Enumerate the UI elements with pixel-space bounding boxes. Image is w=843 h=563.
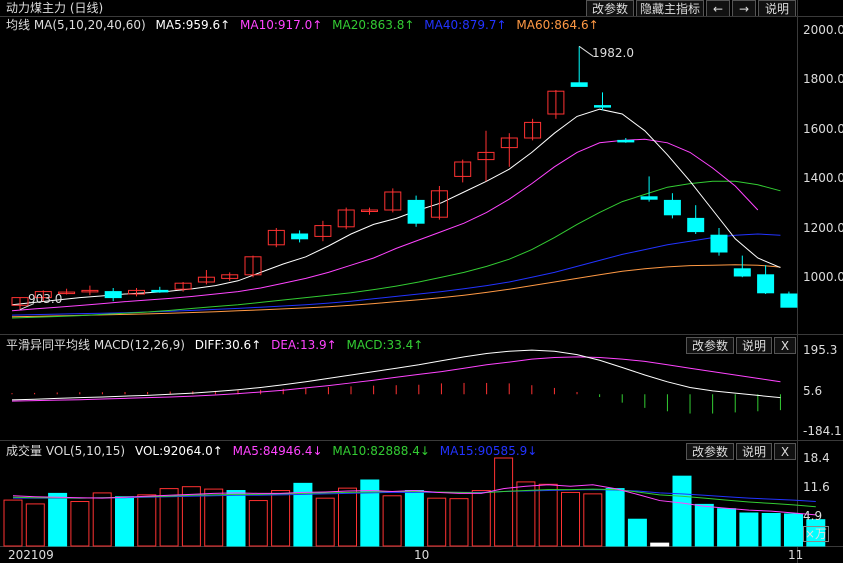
candle-body xyxy=(570,82,588,87)
candle-body xyxy=(407,199,425,224)
volume-bar xyxy=(382,495,402,547)
price-tick-label: 2000.0 xyxy=(803,23,843,37)
volume-bar xyxy=(449,498,469,547)
price-tick-label: 1600.0 xyxy=(803,122,843,136)
candle-body xyxy=(594,105,611,108)
macd-tick-label: 195.3 xyxy=(803,343,838,357)
high-price-annotation: 1982.0 xyxy=(592,46,634,60)
candle-body xyxy=(291,233,309,240)
time-tick-label: 11 xyxy=(788,548,804,562)
volume-bar xyxy=(137,494,157,547)
volume-bar xyxy=(605,488,625,547)
candle-body xyxy=(687,217,705,233)
volume-bar xyxy=(761,512,781,547)
candle-body xyxy=(757,274,775,294)
price-tick-label: 1400.0 xyxy=(803,171,843,185)
candle-body xyxy=(663,199,681,216)
volume-bar xyxy=(538,483,558,547)
volume-bar xyxy=(115,496,134,547)
macd-dea-line xyxy=(11,356,781,402)
volume-bar xyxy=(48,492,68,547)
volume-bar xyxy=(784,513,803,547)
volume-bar xyxy=(427,497,447,547)
volume-bar xyxy=(248,500,268,547)
candle-body xyxy=(617,139,635,143)
ma40-line xyxy=(11,233,781,316)
time-tick-label: 10 xyxy=(414,548,430,562)
ma10-line xyxy=(11,138,759,312)
volume-bar xyxy=(204,488,224,547)
macd-tick-label: 5.6 xyxy=(803,384,823,398)
volume-bar xyxy=(739,512,759,547)
volume-bar xyxy=(92,492,112,547)
ma60-line xyxy=(11,264,781,318)
volume-bar xyxy=(627,518,647,547)
volume-bar xyxy=(70,501,90,547)
volume-bar xyxy=(360,479,380,547)
volume-bar xyxy=(271,490,291,547)
volume-bar xyxy=(471,490,491,547)
vol-unit-label: ×万 xyxy=(803,526,830,542)
volume-bar xyxy=(494,457,514,547)
volume-bar xyxy=(561,491,580,547)
volume-bar xyxy=(672,475,692,547)
vol-tick-label: 18.4 xyxy=(803,451,830,465)
candle-body xyxy=(710,234,728,253)
volume-bar xyxy=(694,503,714,547)
price-tick-label: 1000.0 xyxy=(803,270,843,284)
candle-body xyxy=(733,268,751,277)
vol-tick-label: 11.6 xyxy=(803,480,830,494)
time-tick-label: 202109 xyxy=(8,548,54,562)
price-tick-label: 1800.0 xyxy=(803,72,843,86)
volume-bar xyxy=(583,493,603,547)
volume-bar xyxy=(338,487,357,547)
macd-tick-label: -184.1 xyxy=(803,424,842,438)
candlestick-chart[interactable] xyxy=(0,0,843,563)
candle-body xyxy=(640,196,658,200)
volume-bar xyxy=(25,503,45,547)
price-tick-label: 1200.0 xyxy=(803,221,843,235)
volume-bar xyxy=(650,542,670,547)
candle-body xyxy=(151,289,169,293)
vol-tick-label: 4.9 xyxy=(803,509,823,523)
volume-bar xyxy=(404,490,424,547)
volume-bar xyxy=(226,490,246,547)
low-price-annotation: 903.0 xyxy=(28,292,63,306)
volume-bar xyxy=(315,497,335,547)
volume-bar xyxy=(717,508,737,547)
candle-body xyxy=(780,293,798,308)
volume-bar xyxy=(3,499,23,547)
candle-body xyxy=(104,291,122,299)
